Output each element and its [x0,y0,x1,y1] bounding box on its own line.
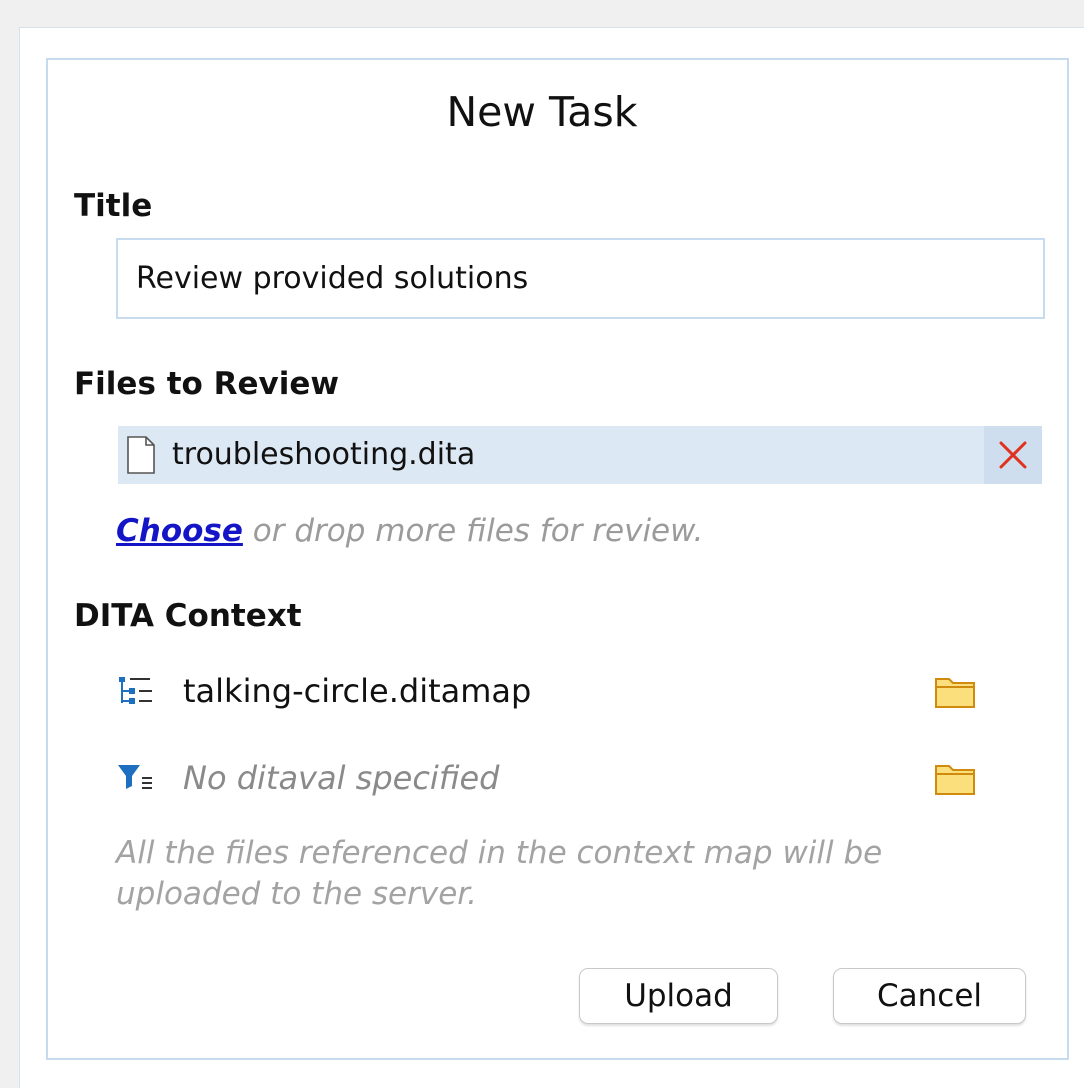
folder-icon [935,678,975,708]
close-icon [999,441,1027,469]
choose-link[interactable]: Choose [116,513,243,549]
folder-icon [935,765,975,795]
context-map-row: talking-circle.ditamap [116,667,986,715]
cancel-button[interactable]: Cancel [833,968,1026,1024]
dialog-title: New Task [446,88,638,136]
dita-context-heading: DITA Context [74,598,302,634]
ditamap-icon [116,675,156,707]
file-list-item[interactable]: troubleshooting.dita [118,426,1042,484]
browse-map-button[interactable] [934,673,976,709]
filter-icon [116,762,156,794]
ditaval-label: No ditaval specified [183,759,500,797]
title-heading: Title [74,188,153,224]
file-name: troubleshooting.dita [172,437,476,472]
document-icon [126,436,156,474]
remove-file-button[interactable] [984,426,1042,484]
drop-files-text: or drop more files for review. [242,513,704,549]
files-to-review-heading: Files to Review [74,366,339,402]
title-input[interactable] [116,238,1045,319]
context-note: All the files referenced in the context … [116,835,883,912]
choose-files-hint: Choose or drop more files for review. [116,510,703,552]
context-map-name: talking-circle.ditamap [183,672,532,710]
ditaval-row: No ditaval specified [116,754,986,802]
upload-button[interactable]: Upload [579,968,778,1024]
browse-ditaval-button[interactable] [934,760,976,796]
